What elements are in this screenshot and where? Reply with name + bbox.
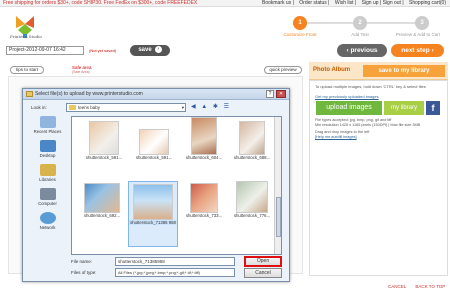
- place-network[interactable]: Network: [25, 212, 70, 230]
- file-item[interactable]: shutterstock_692...: [78, 183, 126, 218]
- file-upload-dialog: Select file(s) to upload by www.printers…: [22, 88, 290, 282]
- photo-thumbnail: [191, 117, 217, 155]
- place-computer[interactable]: Computer: [25, 188, 70, 206]
- folder-icon: [26, 91, 33, 97]
- quick-preview-button[interactable]: quick preview: [264, 66, 302, 74]
- save-to-library-button[interactable]: save to my library: [363, 65, 445, 77]
- sign-link[interactable]: Sign up | Sign out: [362, 0, 401, 6]
- previous-button[interactable]: ‹ previous: [337, 44, 387, 57]
- multi-upload-tip: To upload multiple images, hold down 'CT…: [315, 84, 426, 89]
- photo-thumbnail: [84, 183, 120, 213]
- places-bar: Recent Places Desktop Libraries Computer…: [25, 116, 70, 236]
- place-desktop[interactable]: Desktop: [25, 140, 70, 158]
- step-2-circle[interactable]: 2: [353, 16, 367, 30]
- libraries-icon: [39, 164, 56, 176]
- file-name-label: File name:: [71, 259, 93, 264]
- save-arrow-icon: ›: [154, 45, 162, 53]
- upload-images-button[interactable]: upload images: [316, 101, 382, 115]
- top-bar: Free shipping for orders $30+, code SHIP…: [0, 0, 450, 7]
- step-2-label[interactable]: Add Text: [335, 32, 385, 37]
- file-type-select[interactable]: All Files (*.jpg;*.jpeg;*.bmp;*.png;*.gi…: [115, 268, 235, 277]
- dialog-title: Select file(s) to upload by www.printers…: [35, 91, 143, 97]
- order-status-link[interactable]: Order status: [299, 0, 327, 6]
- file-item[interactable]: shutterstock_591...: [130, 129, 178, 160]
- not-saved-status: (Not yet saved): [89, 48, 117, 53]
- logo-text: Printer's Studio: [10, 34, 42, 39]
- cancel-link[interactable]: CANCEL: [388, 284, 406, 289]
- look-in-select[interactable]: teens baby ▾: [66, 103, 186, 112]
- file-item[interactable]: shutterstock_688...: [228, 121, 276, 160]
- step-1-label[interactable]: Customize Front: [275, 32, 325, 37]
- shopping-cart-link[interactable]: Shopping cart(0): [409, 0, 446, 6]
- top-links: Bookmark us | Order status | Wish list |…: [262, 0, 446, 6]
- close-icon[interactable]: ✕: [276, 90, 286, 98]
- navigation-toolbar-icons[interactable]: ◀ ▲ ✱ ☰: [191, 103, 231, 110]
- file-list-scrollbar[interactable]: [274, 117, 281, 254]
- help-icon[interactable]: ?: [266, 90, 274, 98]
- safe-area-label: Safe area (Safe Area): [72, 65, 92, 74]
- facebook-icon[interactable]: f: [426, 101, 440, 115]
- bookmark-link[interactable]: Bookmark us: [262, 0, 291, 6]
- progress-steps: 1 Customize Front 2 Add Text 3 Preview &…: [283, 14, 445, 44]
- previous-uploads-link[interactable]: Get my previously uploaded images: [315, 94, 379, 99]
- photo-thumbnail: [139, 129, 169, 155]
- photo-album-panel: To upload multiple images, hold down 'CT…: [309, 80, 448, 276]
- open-button[interactable]: Open: [244, 256, 282, 267]
- my-library-button[interactable]: my library: [384, 101, 424, 115]
- file-name-input[interactable]: shutterstock_71385958: [115, 257, 235, 266]
- back-to-top-link[interactable]: BACK TO TOP: [415, 284, 445, 289]
- tips-to-start-button[interactable]: tips to start: [10, 66, 44, 74]
- file-list: shutterstock_591... shutterstock_591... …: [71, 116, 282, 255]
- look-in-label: Look in:: [31, 105, 47, 110]
- photo-thumbnail: [89, 121, 119, 155]
- step-3-label[interactable]: Preview & Add to Cart: [391, 32, 445, 37]
- photo-album-header: Photo Album save to my library: [309, 62, 448, 80]
- file-item[interactable]: shutterstock_776...: [228, 181, 276, 218]
- recent-places-icon: [39, 116, 56, 128]
- desktop-icon: [39, 140, 56, 152]
- dialog-title-bar[interactable]: Select file(s) to upload by www.printers…: [23, 89, 289, 100]
- place-libraries[interactable]: Libraries: [25, 164, 70, 182]
- chevron-down-icon: ▾: [181, 105, 184, 110]
- autofill-link[interactable]: [Help me autofill images]: [315, 135, 357, 139]
- footer-links: CANCEL BACK TO TOP: [380, 284, 445, 289]
- file-types-info: File types accepted: jpg, bmp, png, gif …: [315, 118, 421, 127]
- cancel-button[interactable]: Cancel: [244, 268, 282, 278]
- folder-icon: [69, 105, 76, 110]
- photo-thumbnail: [236, 181, 268, 213]
- photo-album-title: Photo Album: [313, 67, 351, 73]
- photo-thumbnail: [239, 121, 265, 155]
- network-icon: [39, 212, 56, 224]
- file-item[interactable]: shutterstock_733...: [180, 183, 228, 218]
- place-recent[interactable]: Recent Places: [25, 116, 70, 134]
- file-type-label: Files of type:: [71, 270, 97, 275]
- step-3-circle[interactable]: 3: [415, 16, 429, 30]
- scrollbar-thumb[interactable]: [276, 197, 281, 237]
- file-item-selected[interactable]: shutterstock_71385 958: [128, 181, 178, 247]
- next-step-button[interactable]: next step ›: [391, 44, 444, 57]
- computer-icon: [39, 188, 56, 200]
- project-name-input[interactable]: Project-2012-09-07 16:42: [6, 46, 84, 55]
- photo-thumbnail: [190, 183, 218, 213]
- save-button[interactable]: save ›: [130, 45, 170, 56]
- step-1-circle[interactable]: 1: [293, 16, 307, 30]
- photo-thumbnail: [133, 184, 173, 220]
- promo-text: Free shipping for orders $30+, code SHIP…: [3, 0, 198, 6]
- drag-drop-info: Drag and drop images to the left [Help m…: [315, 130, 370, 139]
- file-item[interactable]: shutterstock_604...: [180, 117, 228, 160]
- wish-list-link[interactable]: Wish list: [335, 0, 354, 6]
- file-item[interactable]: shutterstock_591...: [80, 121, 128, 160]
